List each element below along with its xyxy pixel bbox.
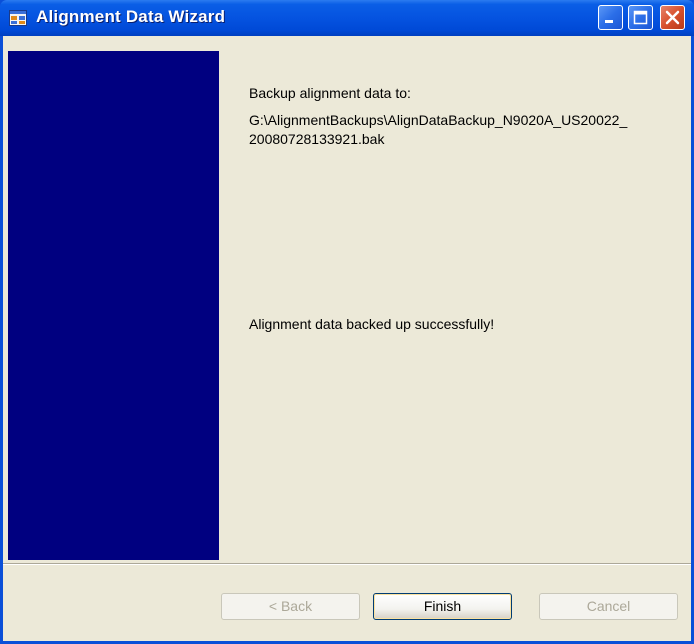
close-button[interactable] (660, 5, 685, 30)
wizard-side-panel (8, 51, 219, 560)
app-window-icon[interactable] (9, 9, 27, 27)
cancel-button[interactable]: Cancel (539, 593, 678, 620)
backup-path-line1: G:\AlignmentBackups\AlignDataBackup_N902… (249, 112, 628, 128)
minimize-icon (605, 20, 613, 23)
finish-button[interactable]: Finish (373, 593, 512, 620)
maximize-button[interactable] (628, 5, 653, 30)
title-bar[interactable]: Alignment Data Wizard (0, 0, 694, 36)
maximize-icon (633, 10, 648, 25)
minimize-button[interactable] (598, 5, 623, 30)
backup-path-line2: 20080728133921.bak (249, 131, 385, 147)
wizard-window: Alignment Data Wizard Backup alignment d… (0, 0, 694, 644)
backup-destination-label: Backup alignment data to: (249, 85, 411, 101)
button-area-divider (3, 563, 691, 565)
status-message: Alignment data backed up successfully! (249, 316, 495, 332)
close-icon (665, 10, 680, 25)
window-title: Alignment Data Wizard (36, 7, 226, 26)
wizard-client-area: Backup alignment data to: G:\AlignmentBa… (3, 36, 691, 641)
back-button[interactable]: < Back (221, 593, 360, 620)
